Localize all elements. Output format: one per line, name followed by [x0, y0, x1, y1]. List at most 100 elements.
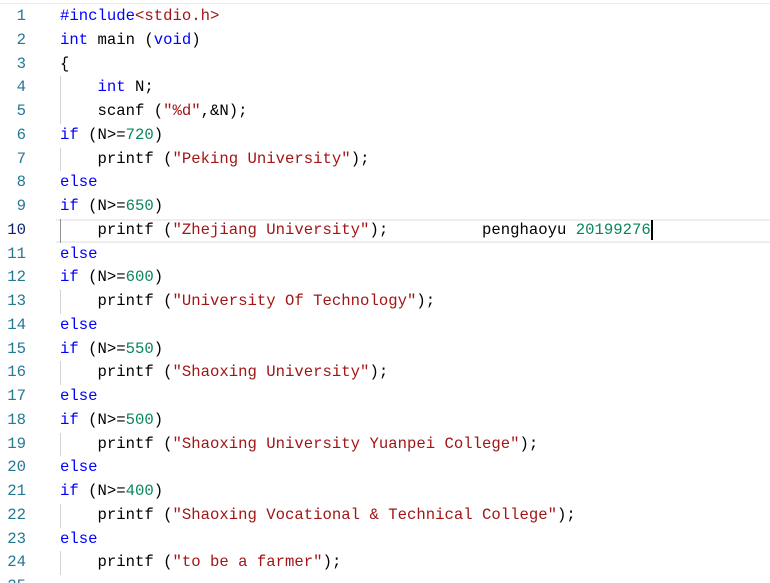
code-line[interactable]: if (N>=400): [60, 480, 163, 504]
editor-line: 15 if (N>=550): [0, 338, 770, 362]
code-line[interactable]: printf ("Peking University");: [60, 148, 370, 172]
editor-line: 4 int N;: [0, 76, 770, 100]
code-line[interactable]: else: [60, 528, 98, 552]
editor-line: 17 else: [0, 385, 770, 409]
code-text: ): [153, 482, 164, 500]
line-number: 2: [16, 30, 26, 49]
line-number: 12: [7, 268, 26, 287]
code-line[interactable]: printf ("to be a farmer");: [60, 551, 342, 575]
line-number: 19: [7, 434, 26, 453]
code-line[interactable]: else: [60, 456, 98, 480]
line-number: 15: [7, 339, 26, 358]
code-line[interactable]: if (N>=650): [60, 195, 163, 219]
editor-line: 23 else: [0, 528, 770, 552]
editor-line-current: 10 printf ("Zhejiang University"); pengha…: [0, 218, 770, 243]
keyword-token: else: [60, 529, 98, 548]
line-number: 14: [7, 315, 26, 334]
code-text: ): [153, 410, 164, 429]
code-text: printf (: [60, 434, 173, 453]
code-text: (N>=: [78, 482, 126, 500]
number-literal: 500: [125, 410, 154, 429]
string-literal: "%d": [163, 102, 201, 120]
line-number: 23: [7, 529, 26, 548]
code-text: N;: [125, 78, 154, 97]
editor-line: 12 if (N>=600): [0, 266, 770, 290]
line-number: 18: [7, 410, 26, 429]
code-text: );: [369, 220, 389, 239]
code-text: printf (: [60, 363, 173, 382]
editor-line: 25: [0, 575, 770, 583]
code-text: (N>=: [78, 125, 126, 144]
code-text: );: [322, 553, 342, 572]
code-line[interactable]: else: [60, 314, 98, 338]
editor-lines: 1 #include<stdio.h> 2 int main (void) 3{ 4…: [0, 5, 770, 583]
code-editor[interactable]: 1 #include<stdio.h> 2 int main (void) 3{ 4…: [0, 0, 770, 583]
string-literal: "Shaoxing University": [172, 363, 370, 382]
code-line[interactable]: else: [60, 171, 98, 195]
include-header: <stdio.h>: [135, 7, 220, 25]
number-literal: 720: [125, 125, 154, 144]
text-cursor: [650, 219, 653, 240]
line-number: 8: [16, 173, 26, 192]
code-text: ): [153, 339, 164, 358]
keyword-token: if: [60, 339, 79, 358]
keyword-token: if: [60, 410, 79, 429]
line-number: 24: [7, 553, 26, 572]
editor-line: 16 printf ("Shaoxing University");: [0, 361, 770, 385]
code-text: scanf (: [60, 102, 164, 120]
code-text: );: [350, 149, 370, 168]
code-line[interactable]: if (N>=600): [60, 266, 163, 290]
keyword-token: if: [60, 482, 79, 500]
line-number: 11: [7, 244, 26, 263]
keyword-token: if: [60, 197, 79, 215]
number-literal: 20199276: [575, 220, 651, 239]
code-line[interactable]: printf ("Shaoxing Vocational & Technical…: [60, 504, 576, 528]
code-text: printf (: [60, 505, 173, 524]
code-line[interactable]: printf ("Shaoxing University");: [60, 361, 389, 385]
code-text: (N>=: [78, 410, 126, 429]
code-line[interactable]: else: [60, 243, 98, 267]
code-line[interactable]: if (N>=500): [60, 409, 163, 433]
code-line[interactable]: if (N>=550): [60, 338, 163, 362]
code-line[interactable]: printf ("University Of Technology");: [60, 290, 436, 314]
line-number: 5: [16, 102, 26, 120]
number-literal: 650: [125, 197, 154, 215]
keyword-token: else: [60, 315, 98, 334]
line-number: 25: [0, 575, 26, 583]
line-number: 21: [7, 482, 26, 500]
line-number: 16: [7, 363, 26, 382]
code-line[interactable]: int main (void): [60, 29, 201, 53]
string-literal: "Shaoxing University Yuanpei College": [172, 434, 520, 453]
code-line[interactable]: int N;: [60, 76, 154, 100]
code-line[interactable]: {: [60, 53, 69, 77]
number-literal: 600: [125, 268, 154, 287]
code-line[interactable]: printf ("Zhejiang University"); penghaoyu…: [60, 219, 653, 243]
editor-line: 13 printf ("University Of Technology");: [0, 290, 770, 314]
code-line[interactable]: if (N>=720): [60, 124, 163, 148]
code-text: (N>=: [78, 339, 126, 358]
code-line[interactable]: printf ("Shaoxing University Yuanpei Col…: [60, 433, 539, 457]
code-text: ): [153, 268, 164, 287]
editor-line: 20 else: [0, 456, 770, 480]
editor-line: 3{: [0, 53, 770, 77]
editor-line: 7 printf ("Peking University");: [0, 147, 770, 172]
code-line[interactable]: #include<stdio.h>: [60, 5, 219, 29]
line-number: 3: [16, 54, 26, 73]
line-number: 1: [16, 7, 26, 25]
editor-line: 21 if (N>=400): [0, 480, 770, 504]
code-line[interactable]: scanf ("%d",&N);: [60, 100, 248, 124]
string-literal: "Shaoxing Vocational & Technical College…: [172, 505, 557, 524]
editor-line: 11 else: [0, 243, 770, 267]
line-number: 6: [16, 125, 26, 144]
keyword-token: if: [60, 268, 79, 287]
code-text: printf (: [60, 553, 173, 572]
code-text: ): [153, 125, 164, 144]
code-text: ): [153, 197, 164, 215]
editor-line: 2 int main (void): [0, 29, 770, 53]
code-text: (N>=: [78, 197, 126, 215]
code-text: penghaoyu: [481, 220, 576, 239]
code-line[interactable]: else: [60, 385, 98, 409]
line-number: 9: [16, 197, 26, 215]
brace: {: [60, 54, 70, 73]
string-literal: "Peking University": [172, 149, 351, 168]
